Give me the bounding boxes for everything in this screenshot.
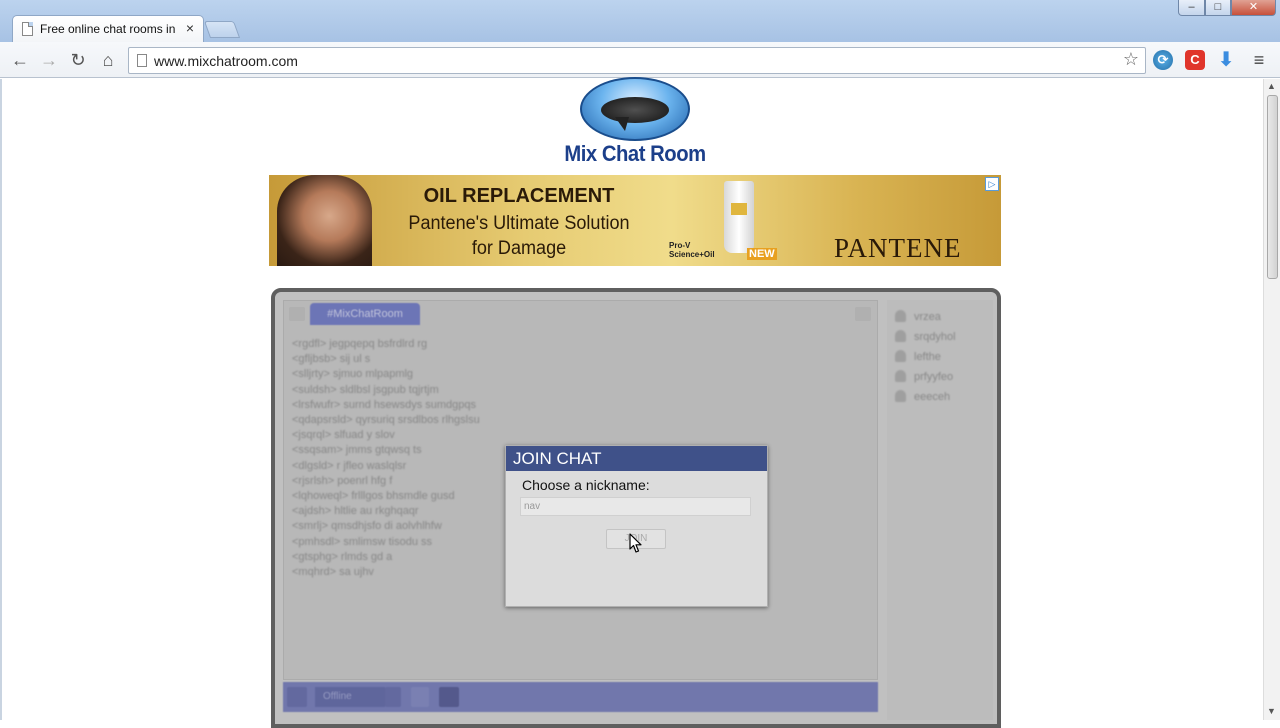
ad-subtext-line1: Pantene's Ultimate Solution [408, 213, 630, 234]
ad-product-bottle-image [724, 181, 754, 253]
scrollbar-thumb[interactable] [1267, 95, 1278, 279]
tab-close-button[interactable]: × [186, 20, 194, 36]
ad-product-line1: Pro-V [669, 241, 691, 250]
ad-product-label: Pro-V Science+Oil [669, 241, 715, 259]
minimize-button[interactable]: – [1178, 0, 1205, 16]
page-favicon-icon [22, 22, 33, 36]
scroll-up-arrow-icon[interactable]: ▲ [1267, 81, 1276, 91]
ad-subtext-line2: for Damage [471, 238, 567, 259]
browser-menu-icon[interactable]: ≡ [1249, 50, 1269, 70]
page-scrollbar[interactable]: ▲ ▼ [1263, 79, 1280, 720]
ad-brand: PANTENE [834, 233, 962, 263]
tab-title: Free online chat rooms in [40, 22, 176, 36]
adchoices-icon[interactable]: ▷ [985, 177, 999, 191]
nickname-input[interactable]: nav [520, 497, 751, 516]
bookmark-star-icon[interactable]: ☆ [1123, 49, 1139, 70]
address-bar[interactable]: www.mixchatroom.com ☆ [128, 47, 1146, 74]
browser-titlebar: Free online chat rooms in × – □ ✕ [0, 0, 1280, 42]
maximize-button[interactable]: □ [1205, 0, 1231, 16]
dialog-title: JOIN CHAT [506, 446, 767, 471]
home-button[interactable]: ⌂ [97, 49, 119, 71]
ad-subtext: Pantene's Ultimate Solution for Damage [396, 211, 643, 261]
c-extension-icon[interactable]: C [1185, 50, 1205, 70]
ad-new-tag: NEW [747, 248, 777, 260]
ad-headline: OIL REPLACEMENT [423, 185, 615, 207]
close-window-button[interactable]: ✕ [1231, 0, 1276, 16]
browser-toolbar: ← → ↻ ⌂ www.mixchatroom.com ☆ ⟳ C ⬇ ≡ [0, 42, 1280, 78]
ad-product-line2: Science+Oil [669, 250, 715, 259]
logo-text: Mix Chat Room [564, 141, 706, 166]
back-button[interactable]: ← [9, 49, 31, 71]
join-chat-dialog: JOIN CHAT Choose a nickname: nav JOIN [505, 445, 768, 607]
reload-button[interactable]: ↻ [67, 49, 89, 71]
page-icon [137, 54, 147, 67]
scroll-down-arrow-icon[interactable]: ▼ [1267, 706, 1276, 716]
nickname-label: Choose a nickname: [522, 477, 650, 493]
url-text[interactable]: www.mixchatroom.com [154, 53, 298, 69]
ad-banner[interactable]: OIL REPLACEMENT Pantene's Ultimate Solut… [269, 175, 1001, 266]
site-logo[interactable]: Mix Chat Room [555, 77, 715, 167]
logo-bubble-tail [615, 117, 629, 131]
new-tab-button[interactable] [203, 21, 241, 38]
sync-icon[interactable]: ⟳ [1153, 50, 1173, 70]
download-icon[interactable]: ⬇ [1216, 50, 1236, 70]
browser-tab[interactable]: Free online chat rooms in × [12, 15, 204, 42]
ad-model-image [277, 175, 372, 266]
forward-button[interactable]: → [38, 49, 60, 71]
logo-inner-bubble [601, 97, 669, 123]
